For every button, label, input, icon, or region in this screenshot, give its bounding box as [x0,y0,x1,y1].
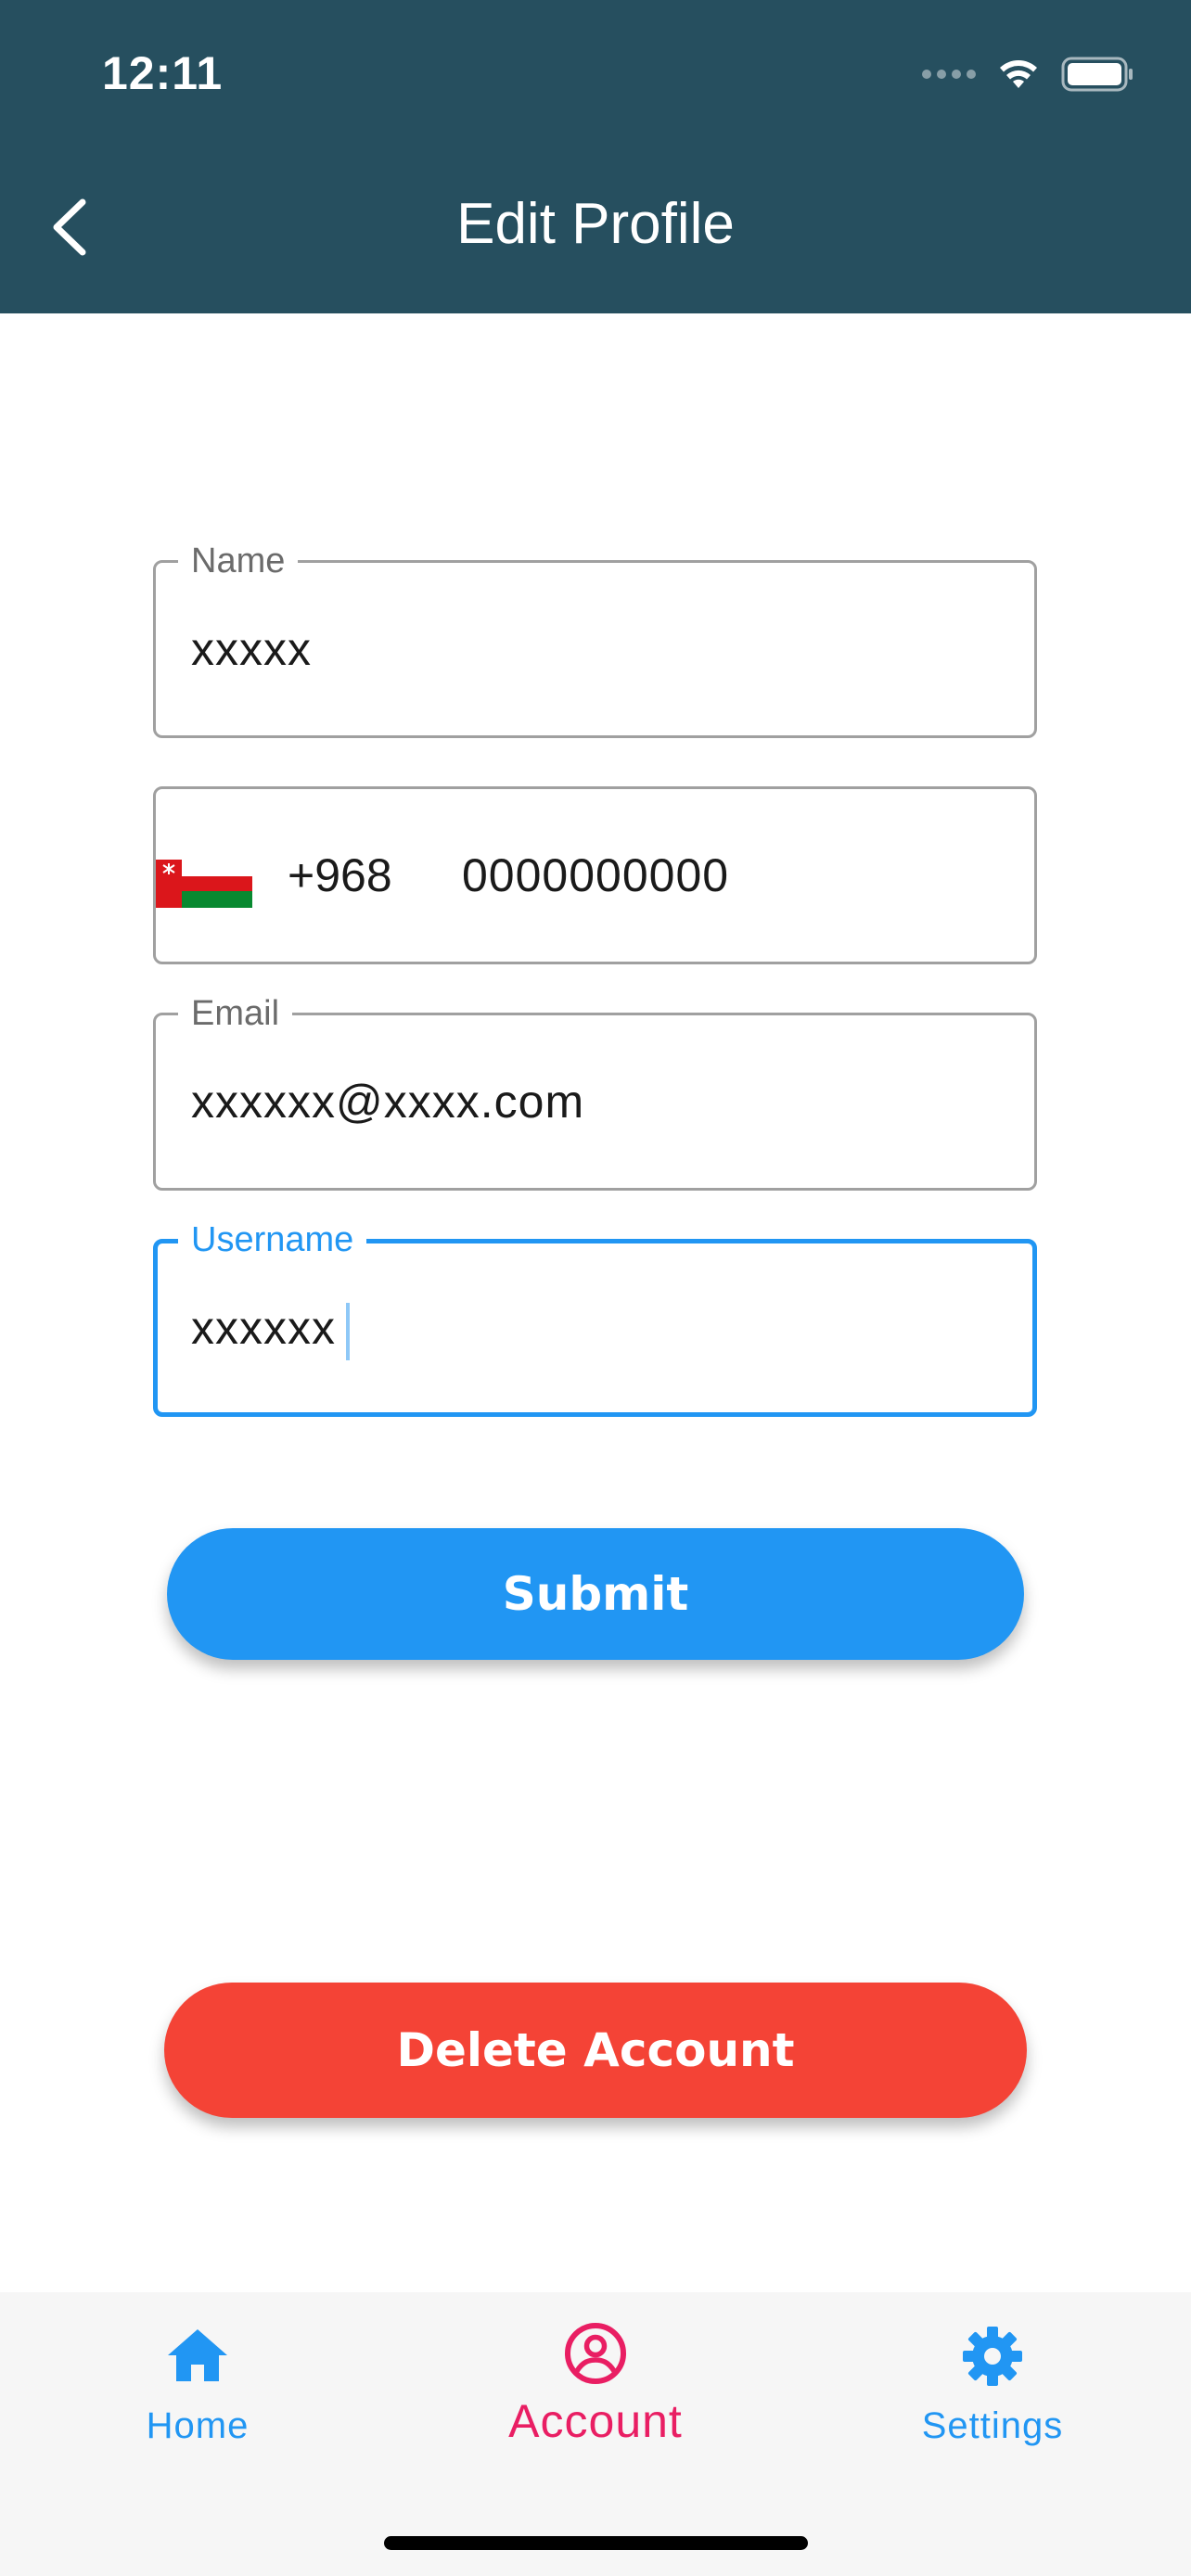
email-input[interactable] [191,1015,1006,1188]
username-field[interactable]: Username [153,1219,1037,1417]
phone-input[interactable] [462,789,1006,962]
nav-item-home[interactable]: Home [58,2292,337,2478]
nav-label-account: Account [508,2395,683,2447]
battery-icon [1061,57,1133,92]
delete-account-button[interactable]: Delete Account [164,1983,1027,2118]
cellular-signal-icon [922,70,976,79]
app-header: 12:11 Edit Profile [0,0,1191,313]
text-cursor [346,1303,350,1360]
oman-flag-icon[interactable] [156,860,252,908]
name-field[interactable]: Name [153,541,1037,738]
nav-label-settings: Settings [921,2405,1064,2446]
account-circle-icon [565,2323,626,2384]
home-icon [168,2329,227,2381]
name-input[interactable] [191,563,1006,735]
nav-item-account[interactable]: Account [456,2292,735,2478]
nav-item-settings[interactable]: Settings [853,2292,1132,2478]
home-indicator [384,2536,808,2550]
status-time: 12:11 [102,47,224,99]
username-input[interactable] [191,1243,1005,1412]
nav-label-home: Home [146,2405,250,2446]
status-icons [922,52,1135,96]
dial-code-selector[interactable]: +968 [288,789,392,962]
phone-field[interactable]: +968 [153,786,1037,964]
gear-icon [963,2327,1022,2386]
page-title: Edit Profile [456,192,735,256]
submit-button[interactable]: Submit [167,1528,1024,1660]
email-field[interactable]: Email [153,993,1037,1191]
wifi-icon [1000,60,1037,88]
edit-profile-screen: 12:11 Edit Profile Name xxxxx +968 00000… [0,0,1191,2576]
bottom-nav: Home Account Settings [0,2292,1191,2576]
